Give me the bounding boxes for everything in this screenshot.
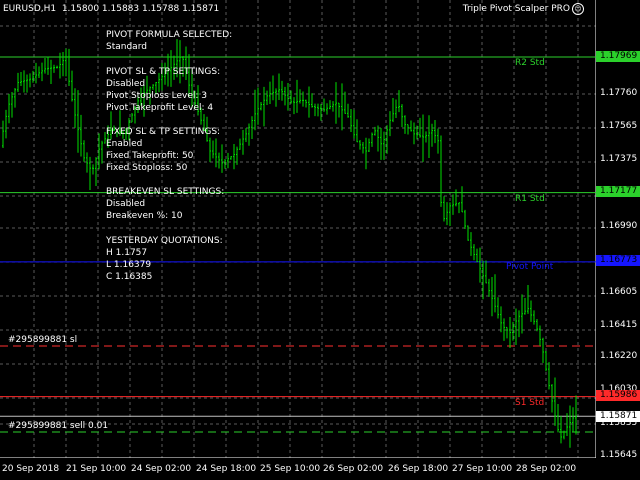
formula-heading: PIVOT FORMULA SELECTED: — [106, 30, 233, 40]
yesterday-close: C 1.16385 — [106, 272, 153, 282]
x-tick: 27 Sep 10:00 — [452, 464, 513, 474]
y-tick: 1.16605 — [600, 287, 638, 297]
s1-label: S1 Std — [515, 398, 545, 408]
info-formula: PIVOT FORMULA SELECTED: Standard — [106, 29, 232, 53]
smiley-icon[interactable]: ☺ — [572, 3, 584, 15]
formula-value: Standard — [106, 42, 147, 52]
y-tick: 1.17760 — [600, 88, 638, 98]
breakeven-status: Disabled — [106, 199, 146, 209]
pivot-sl-level: Pivot Stoploss Level: 3 — [106, 91, 208, 101]
y-tick: 1.17375 — [600, 154, 638, 164]
fixed-status: Enabled — [106, 139, 143, 149]
x-tick: 25 Sep 10:00 — [260, 464, 321, 474]
y-tick: 1.16990 — [600, 221, 638, 231]
pivot-tp-level: Pivot Takeprofit Level: 4 — [106, 103, 214, 113]
time-axis[interactable]: 20 Sep 2018 21 Sep 10:00 24 Sep 02:00 24… — [0, 458, 640, 480]
x-tick: 26 Sep 02:00 — [323, 464, 384, 474]
y-tick: 1.15835 — [600, 418, 638, 428]
x-tick: 28 Sep 02:00 — [516, 464, 577, 474]
yesterday-heading: YESTERDAY QUOTATIONS: — [106, 236, 223, 246]
yesterday-low: L 1.16379 — [106, 260, 152, 270]
indicator-name: Triple Pivot Scalper PRO — [462, 4, 570, 14]
r2-label: R2 Std — [515, 58, 545, 68]
x-tick: 24 Sep 02:00 — [131, 464, 192, 474]
fixed-heading: FIXED SL & TP SETTINGS: — [106, 127, 221, 137]
s1-price-badge: 1.15986 — [596, 390, 640, 401]
pivot-sltp-status: Disabled — [106, 79, 146, 89]
pivot-sltp-heading: PIVOT SL & TP SETTINGS: — [106, 67, 221, 77]
fixed-sl: Fixed Stoploss: 50 — [106, 163, 188, 173]
r1-label: R1 Std — [515, 194, 545, 204]
y-tick: 1.16220 — [600, 351, 638, 361]
r1-price-badge: 1.17177 — [596, 186, 640, 197]
x-tick: 21 Sep 10:00 — [66, 464, 127, 474]
yesterday-high: H 1.1757 — [106, 248, 148, 258]
x-tick: 20 Sep 2018 — [2, 464, 60, 474]
pivot-price-badge: 1.16773 — [596, 255, 640, 266]
info-fixed: FIXED SL & TP SETTINGS: Enabled Fixed Ta… — [106, 126, 220, 174]
x-tick: 24 Sep 18:00 — [196, 464, 257, 474]
pivot-label: Pivot Point — [506, 262, 554, 272]
r2-price-badge: 1.17969 — [596, 51, 640, 62]
breakeven-pct: Breakeven %: 10 — [106, 211, 183, 221]
info-breakeven: BREAKEVEN SL SETTINGS: Disabled Breakeve… — [106, 186, 224, 222]
sell-order-label: #295899881 sell 0.01 — [8, 421, 109, 431]
info-yesterday: YESTERDAY QUOTATIONS: H 1.1757 L 1.16379… — [106, 235, 223, 283]
info-pivot-sltp: PIVOT SL & TP SETTINGS: Disabled Pivot S… — [106, 66, 220, 114]
sl-order-label: #295899881 sl — [8, 335, 78, 345]
chart-area[interactable]: EURUSD,H1 1.15800 1.15883 1.15788 1.1587… — [0, 0, 596, 458]
symbol-info: EURUSD,H1 1.15800 1.15883 1.15788 1.1587… — [3, 4, 220, 14]
fixed-tp: Fixed Takeprofit: 50 — [106, 151, 194, 161]
breakeven-heading: BREAKEVEN SL SETTINGS: — [106, 187, 225, 197]
price-axis[interactable]: 1.17969 1.17760 1.17565 1.17375 1.17177 … — [596, 0, 640, 460]
y-tick: 1.16415 — [600, 320, 638, 330]
price-chart[interactable] — [0, 0, 596, 458]
x-tick: 26 Sep 18:00 — [388, 464, 449, 474]
y-tick: 1.17565 — [600, 121, 638, 131]
